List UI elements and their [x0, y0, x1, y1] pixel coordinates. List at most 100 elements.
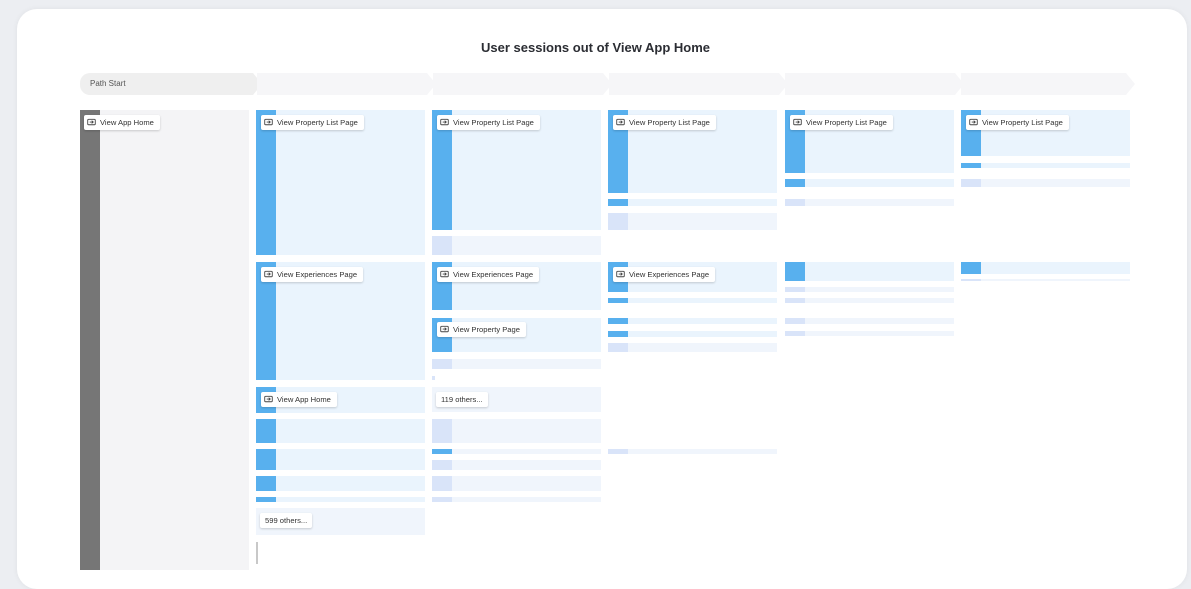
node-c1-d[interactable]	[256, 497, 425, 502]
node-label-text: View Experiences Page	[629, 270, 710, 279]
node-c4-b[interactable]	[785, 199, 954, 206]
node-c3-d[interactable]	[608, 318, 777, 324]
node-c5-b[interactable]	[961, 179, 1130, 187]
path-step-3[interactable]	[609, 73, 788, 95]
node-bar	[608, 331, 628, 337]
node-c1-a[interactable]	[256, 419, 425, 443]
node-label-c2-exp[interactable]: View Experiences Page	[437, 267, 540, 282]
node-c1-c[interactable]	[256, 476, 425, 491]
node-bar	[432, 449, 452, 454]
event-icon	[793, 118, 802, 126]
node-c3-g[interactable]	[608, 449, 777, 454]
node-c2-e[interactable]	[432, 449, 601, 454]
node-c2-g[interactable]	[432, 476, 601, 491]
node-bar	[256, 497, 276, 502]
node-label-text: View Property List Page	[277, 118, 358, 127]
node-label-text: View App Home	[277, 395, 331, 404]
path-step-2[interactable]	[433, 73, 612, 95]
event-icon	[440, 270, 449, 278]
node-bar	[961, 262, 981, 274]
node-label-c2-prop[interactable]: View Property Page	[437, 322, 526, 337]
node-bar	[432, 236, 452, 255]
node-bar	[432, 497, 452, 502]
event-icon	[264, 395, 273, 403]
node-c5-d[interactable]	[961, 279, 1130, 281]
node-c2-f[interactable]	[432, 460, 601, 470]
node-bar	[961, 279, 981, 281]
node-c2-h[interactable]	[432, 497, 601, 502]
node-c2-d[interactable]	[432, 419, 601, 443]
node-bar	[608, 298, 628, 303]
node-label-text: View Property List Page	[806, 118, 887, 127]
node-bar	[785, 331, 805, 336]
path-start-label: Path Start	[90, 79, 126, 88]
node-c3-b[interactable]	[608, 213, 777, 230]
node-c5-a[interactable]	[961, 163, 1130, 168]
node-label-c1-home[interactable]: View App Home	[261, 392, 337, 407]
node-c1-list[interactable]	[256, 110, 425, 255]
flow-continuation	[256, 542, 258, 564]
path-step-5[interactable]	[961, 73, 1135, 95]
node-label-c3-list[interactable]: View Property List Page	[613, 115, 716, 130]
node-bar	[432, 419, 452, 443]
node-bar	[608, 199, 628, 206]
event-icon	[440, 325, 449, 333]
node-bar	[785, 318, 805, 324]
path-start-step[interactable]: Path Start	[80, 73, 262, 95]
node-c4-c[interactable]	[785, 262, 954, 281]
node-c1-b[interactable]	[256, 449, 425, 470]
node-c5-c[interactable]	[961, 262, 1130, 274]
node-c3-a[interactable]	[608, 199, 777, 206]
node-label-text: View Property List Page	[982, 118, 1063, 127]
path-step-4[interactable]	[785, 73, 964, 95]
node-bar	[432, 359, 452, 369]
node-bar	[256, 449, 276, 470]
node-bar	[785, 298, 805, 303]
node-label-c1-exp[interactable]: View Experiences Page	[261, 267, 364, 282]
node-label-root[interactable]: View App Home	[84, 115, 160, 130]
node-label-text: View App Home	[100, 118, 154, 127]
node-c2-c[interactable]	[432, 376, 435, 380]
node-bar	[961, 163, 981, 168]
event-icon	[969, 118, 978, 126]
path-step-1[interactable]	[257, 73, 436, 95]
node-label-c1-others[interactable]: 599 others...	[260, 513, 313, 528]
node-bar	[256, 419, 276, 443]
node-label-c3-exp[interactable]: View Experiences Page	[613, 267, 716, 282]
node-c4-g[interactable]	[785, 331, 954, 336]
node-label-c2-others[interactable]: 119 others...	[436, 392, 488, 407]
node-bar	[608, 449, 628, 454]
node-label-text: View Experiences Page	[453, 270, 534, 279]
node-bar	[256, 476, 276, 491]
node-c3-f[interactable]	[608, 343, 777, 352]
node-c4-e[interactable]	[785, 298, 954, 303]
node-bar	[785, 287, 805, 292]
node-bar	[785, 199, 805, 206]
node-c3-c[interactable]	[608, 298, 777, 303]
node-c4-a[interactable]	[785, 179, 954, 187]
event-icon	[87, 118, 96, 126]
node-bar	[256, 110, 276, 255]
node-bar	[608, 318, 628, 324]
node-label-text: View Property List Page	[453, 118, 534, 127]
node-label-c1-list[interactable]: View Property List Page	[261, 115, 364, 130]
node-c4-f[interactable]	[785, 318, 954, 324]
event-icon	[616, 118, 625, 126]
event-icon	[440, 118, 449, 126]
node-bar	[785, 262, 805, 281]
node-c2-a[interactable]	[432, 236, 601, 255]
node-label-text: View Property Page	[453, 325, 520, 334]
node-label-c5-list[interactable]: View Property List Page	[966, 115, 1069, 130]
node-c4-d[interactable]	[785, 287, 954, 292]
node-c2-b[interactable]	[432, 359, 601, 369]
event-icon	[264, 270, 273, 278]
node-bar	[432, 460, 452, 470]
node-bar	[961, 179, 981, 187]
root-node[interactable]	[80, 110, 249, 570]
node-bar	[432, 376, 435, 380]
node-label-c4-list[interactable]: View Property List Page	[790, 115, 893, 130]
node-c3-e[interactable]	[608, 331, 777, 337]
node-bar	[432, 476, 452, 491]
node-label-c2-list[interactable]: View Property List Page	[437, 115, 540, 130]
event-icon	[616, 270, 625, 278]
